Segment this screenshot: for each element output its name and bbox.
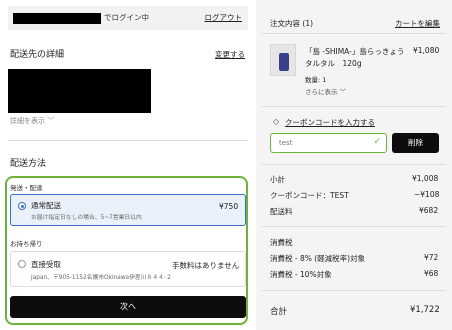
- login-status-text: でログイン中: [104, 13, 149, 22]
- coupon-discount-value: −¥108: [414, 190, 440, 199]
- logout-link[interactable]: ログアウト: [205, 12, 243, 23]
- order-title-text: 注文内容: [270, 19, 300, 28]
- edit-cart-link[interactable]: カートを編集: [395, 18, 440, 29]
- show-details-link[interactable]: 詳細を表示 ﹀: [10, 116, 54, 126]
- pickup-price: 手数料はありません: [172, 261, 240, 270]
- delete-coupon-button[interactable]: 削除: [392, 133, 439, 153]
- order-summary-title: 注文内容 (1): [270, 18, 313, 29]
- change-address-link[interactable]: 変更する: [215, 49, 245, 60]
- shipping-fee-value: ¥682: [419, 206, 439, 215]
- standard-shipping-price: ¥750: [219, 202, 239, 211]
- order-item-count: (1): [302, 19, 314, 28]
- address-section-title: 配送先の詳細: [10, 50, 65, 60]
- product-jar-image: [279, 53, 289, 71]
- coupon-input[interactable]: test ✓: [270, 133, 387, 153]
- redacted-address: [8, 69, 151, 113]
- item-quantity: 数量: 1: [305, 76, 327, 84]
- check-icon: ✓: [373, 137, 381, 147]
- shipping-section-title: 配送方法: [10, 159, 47, 169]
- divider: [262, 164, 446, 165]
- radio-icon[interactable]: [18, 260, 26, 268]
- tax-8-value: ¥72: [424, 253, 439, 262]
- pickup-name: 直接受取: [31, 260, 61, 269]
- subtotal-value: ¥1,008: [412, 174, 439, 183]
- tag-icon: ◇: [273, 117, 280, 126]
- product-thumbnail: [270, 44, 296, 76]
- coupon-input-value: test: [279, 139, 293, 147]
- item-name-line1: 「島 -SHIMA-」島らっきょう: [305, 47, 405, 56]
- show-more-link[interactable]: さらに表示 ﹀: [305, 86, 346, 96]
- total-value: ¥1,722: [410, 305, 440, 315]
- standard-shipping-name: 通常配送: [31, 201, 61, 210]
- divider: [262, 33, 446, 34]
- delivery-group-label: 発送・配達: [10, 184, 43, 192]
- divider: [8, 140, 248, 141]
- divider: [262, 106, 446, 107]
- item-price: ¥1,080: [413, 46, 440, 55]
- radio-icon[interactable]: [18, 202, 26, 210]
- redacted-account-name: [13, 13, 101, 24]
- item-name-line2: タルタル 120g: [305, 59, 362, 68]
- pickup-group-label: お持ち帰り: [10, 240, 43, 248]
- shipping-fee-label: 配送料: [270, 207, 293, 216]
- tax-8-label: 消費税 - 8% (軽減税率)対象: [270, 254, 366, 263]
- subtotal-label: 小計: [270, 175, 285, 184]
- tax-10-value: ¥68: [424, 269, 439, 278]
- standard-shipping-note: お届け指定日なしの場合、5~7営業日以内: [31, 215, 142, 221]
- login-status-bar: でログイン中 ログアウト: [8, 6, 248, 30]
- coupon-discount-label: クーポンコード：TEST: [270, 191, 349, 200]
- tax-10-label: 消費税 - 10%対象: [270, 270, 332, 279]
- tax-title: 消費税: [270, 238, 293, 247]
- next-button[interactable]: 次へ: [10, 296, 246, 318]
- total-label: 合計: [270, 307, 288, 317]
- pickup-address-note: Japan、〒905-1152名護市Okinawa伊差川８４４-２: [31, 275, 172, 281]
- coupon-code-link[interactable]: クーポンコードを入力する: [285, 117, 375, 128]
- divider: [262, 290, 446, 291]
- divider: [262, 226, 446, 227]
